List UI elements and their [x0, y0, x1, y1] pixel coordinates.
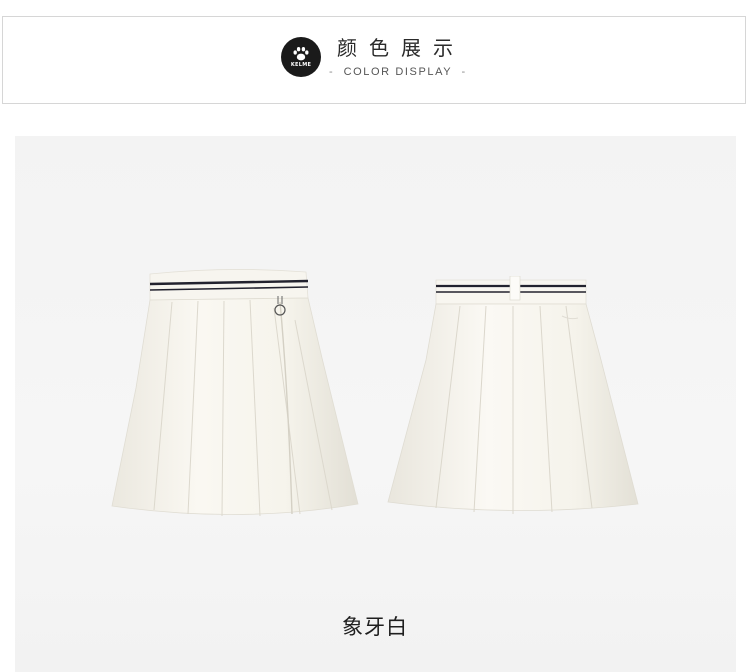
color-name-label: 象牙白 [342, 615, 408, 639]
section-header: KELME 颜色展示 - COLOR DISPLAY - [2, 16, 746, 104]
logo-wordmark: KELME [290, 62, 312, 68]
skirt-back-image [387, 276, 639, 514]
subtitle-text: COLOR DISPLAY [343, 66, 453, 78]
section-title: 颜色展示 [337, 36, 465, 60]
section-subtitle: - COLOR DISPLAY - [329, 67, 467, 78]
paw-icon [293, 47, 309, 61]
dash-left: - [329, 66, 335, 78]
brand-logo: KELME [281, 37, 321, 77]
dash-right: - [461, 66, 467, 78]
skirt-front-image [111, 269, 359, 517]
